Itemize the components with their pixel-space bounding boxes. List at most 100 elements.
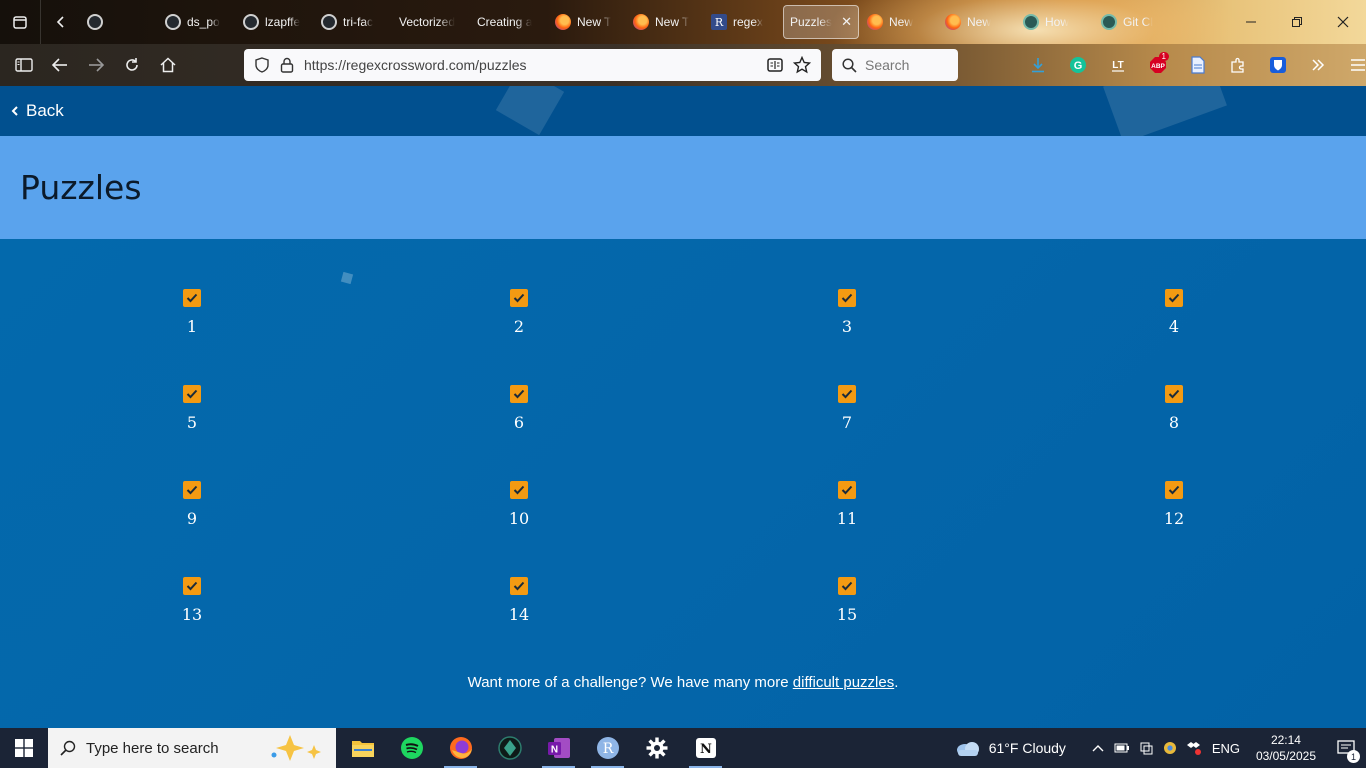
file-explorer-taskbar[interactable]	[338, 728, 387, 768]
puzzle-item[interactable]: 9	[162, 481, 222, 541]
downloads-button[interactable]	[1020, 49, 1056, 81]
chevron-left-icon	[11, 106, 18, 116]
notification-center-button[interactable]: 1	[1326, 728, 1366, 768]
clock[interactable]: 22:14 03/05/2025	[1256, 732, 1316, 764]
firefox-icon	[945, 14, 961, 30]
onenote-icon: N	[547, 738, 570, 758]
checkmark-icon	[1168, 389, 1180, 399]
settings-taskbar[interactable]	[632, 728, 681, 768]
battery-icon	[1114, 743, 1129, 753]
tab[interactable]: New	[861, 5, 937, 39]
tab[interactable]: Creating a	[471, 5, 547, 39]
tab[interactable]: Vectorized	[393, 5, 469, 39]
dropbox-tray[interactable]	[1182, 728, 1206, 768]
restore-icon	[1292, 17, 1302, 27]
chatgpt-taskbar[interactable]	[485, 728, 534, 768]
difficult-puzzles-link[interactable]: difficult puzzles	[793, 674, 894, 691]
home-button[interactable]	[150, 49, 186, 81]
sidebar-toggle-button[interactable]	[6, 49, 42, 81]
tab[interactable]: Git Cl	[1095, 5, 1171, 39]
puzzle-number: 1	[186, 317, 198, 336]
weather-widget[interactable]: 61°F Cloudy	[955, 739, 1066, 757]
tab[interactable]: New T	[627, 5, 703, 39]
dropbox-icon	[1186, 742, 1201, 755]
close-tab-icon[interactable]: ✕	[841, 14, 852, 30]
adblock-plus-extension[interactable]: ABP 1	[1140, 49, 1176, 81]
puzzle-item[interactable]: 5	[162, 385, 222, 445]
taskbar-search-box[interactable]: Type here to search	[48, 728, 336, 768]
browser-orb-icon	[1163, 742, 1176, 754]
page-title: Puzzles	[20, 168, 142, 207]
chevron-left-icon	[56, 16, 64, 28]
reload-button[interactable]	[114, 49, 150, 81]
puzzle-list: 1 2 3 4 5 6 7 8 9 10 11 12 13 14 15 Want more of a cha…	[0, 239, 1366, 728]
puzzle-number: 10	[508, 509, 530, 528]
puzzle-item[interactable]: 14	[489, 577, 549, 637]
tab[interactable]: Rregex	[705, 5, 781, 39]
firefox-taskbar[interactable]	[436, 728, 485, 768]
languagetool-extension[interactable]: LT	[1100, 49, 1136, 81]
puzzle-item[interactable]: 8	[1144, 385, 1204, 445]
tab[interactable]: ds_po	[159, 5, 235, 39]
tab-active[interactable]: Puzzles ✕	[783, 5, 859, 39]
battery-tray[interactable]	[1110, 728, 1134, 768]
notion-taskbar[interactable]: N	[681, 728, 730, 768]
tab[interactable]: New	[939, 5, 1015, 39]
url-bar[interactable]: https://regexcrossword.com/puzzles	[244, 49, 821, 81]
restore-button[interactable]	[1274, 0, 1320, 44]
r-taskbar[interactable]: R	[583, 728, 632, 768]
checkmark-icon	[186, 485, 198, 495]
firefox-view-button[interactable]	[0, 0, 40, 44]
puzzle-item[interactable]: 2	[489, 289, 549, 349]
puzzle-item[interactable]: 7	[817, 385, 877, 445]
browser-search-box[interactable]: Search	[832, 49, 958, 81]
spotify-taskbar[interactable]	[387, 728, 436, 768]
languagetool-icon: LT	[1112, 60, 1124, 72]
bookmark-star-icon[interactable]	[793, 56, 811, 74]
completed-checkbox-icon	[838, 481, 856, 499]
puzzle-item[interactable]: 13	[162, 577, 222, 637]
tab[interactable]: lzapffe	[237, 5, 313, 39]
download-icon	[1032, 58, 1044, 73]
language-indicator[interactable]: ENG	[1206, 728, 1246, 768]
tab[interactable]: tri-fac	[315, 5, 391, 39]
puzzle-item[interactable]: 6	[489, 385, 549, 445]
tab[interactable]: New T	[549, 5, 625, 39]
puzzle-item[interactable]: 4	[1144, 289, 1204, 349]
puzzle-number: 11	[836, 509, 858, 528]
completed-checkbox-icon	[510, 289, 528, 307]
puzzle-item[interactable]: 12	[1144, 481, 1204, 541]
app-menu-button[interactable]	[1340, 49, 1366, 81]
more-tools-button[interactable]	[1300, 49, 1336, 81]
chrome-tray[interactable]	[1158, 728, 1182, 768]
svg-text:ABP: ABP	[1151, 63, 1165, 70]
arrow-left-icon	[51, 58, 67, 72]
puzzle-item[interactable]: 10	[489, 481, 549, 541]
onenote-taskbar[interactable]: N	[534, 728, 583, 768]
tab-label: New	[889, 15, 914, 29]
tab-scroll-left-button[interactable]	[41, 0, 81, 44]
back-link[interactable]: Back	[10, 101, 64, 121]
clock-time: 22:14	[1270, 733, 1301, 747]
checkmark-icon	[513, 485, 525, 495]
tab-label: New T	[577, 15, 612, 29]
back-nav-button[interactable]	[42, 49, 78, 81]
minimize-button[interactable]	[1228, 0, 1274, 44]
start-button[interactable]	[0, 728, 48, 768]
show-hidden-icons-button[interactable]	[1086, 728, 1110, 768]
puzzle-item[interactable]: 11	[817, 481, 877, 541]
document-extension[interactable]	[1180, 49, 1216, 81]
extension-puzzle-button[interactable]	[1220, 49, 1256, 81]
reader-mode-icon[interactable]	[767, 57, 783, 73]
puzzle-item[interactable]: 15	[817, 577, 877, 637]
puzzle-item[interactable]: 1	[162, 289, 222, 349]
puzzle-item[interactable]: 3	[817, 289, 877, 349]
tab[interactable]	[81, 5, 157, 39]
checkmark-icon	[1168, 293, 1180, 303]
close-window-button[interactable]	[1320, 0, 1366, 44]
forward-nav-button[interactable]	[78, 49, 114, 81]
tab[interactable]: How	[1017, 5, 1093, 39]
bitwarden-extension[interactable]	[1260, 49, 1296, 81]
grammarly-extension[interactable]: G	[1060, 49, 1096, 81]
network-tray[interactable]	[1134, 728, 1158, 768]
